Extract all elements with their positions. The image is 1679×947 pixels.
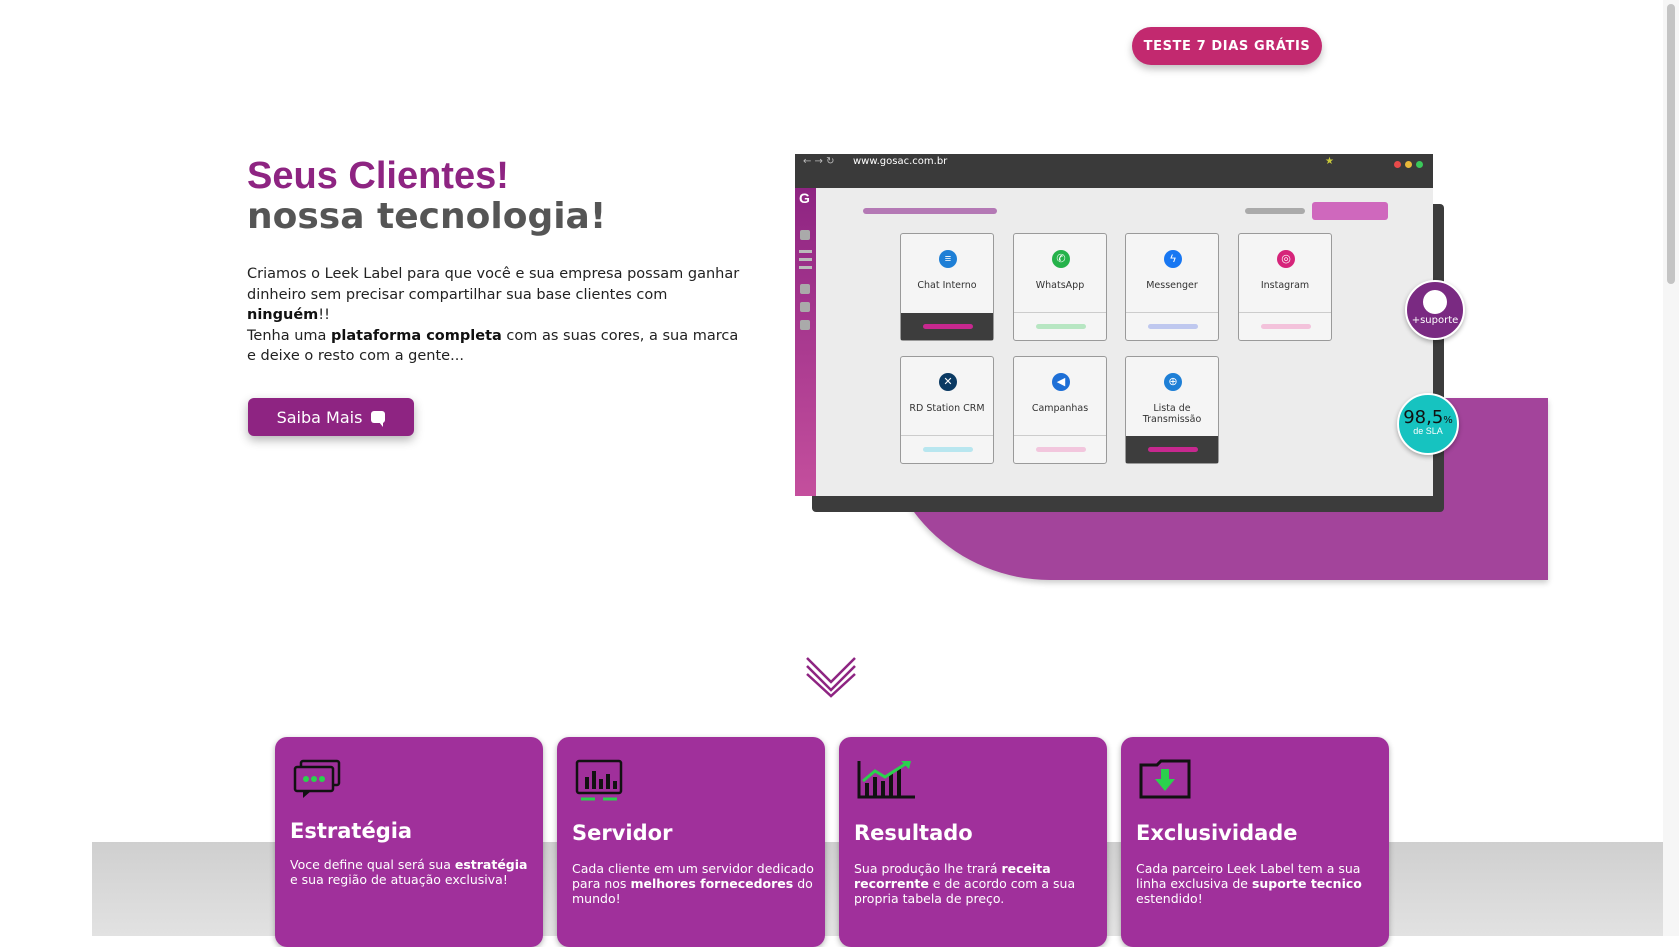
saiba-mais-button[interactable]: Saiba Mais	[248, 398, 414, 436]
channel-card-label: WhatsApp	[1035, 280, 1085, 291]
sidebar-placeholder-6	[800, 302, 810, 312]
feature-card-exclusividade: Exclusividade Cada parceiro Leek Label te…	[1121, 737, 1389, 947]
channel-card-messenger[interactable]: ϟ Messenger	[1125, 233, 1219, 341]
channel-card-footer	[1126, 436, 1218, 463]
scroll-down-chevron-icon[interactable]	[805, 656, 857, 698]
feature-card-resultado: Resultado Sua produção lhe trará receita …	[839, 737, 1107, 947]
mockup-topbar-placeholder	[863, 208, 997, 214]
sidebar-placeholder-3	[799, 258, 812, 261]
sidebar-placeholder-1	[800, 230, 810, 240]
growth-chart-icon	[857, 759, 917, 804]
channel-card-label: RD Station CRM	[909, 403, 985, 414]
channel-card-bar	[1036, 447, 1086, 452]
channel-card-bar	[1036, 324, 1086, 329]
channel-card-bar	[1148, 324, 1198, 329]
support-badge: +suporte	[1405, 280, 1465, 340]
feature-card-estrategia: Estratégia Voce define qual será sua estr…	[275, 737, 543, 947]
window-dot-red	[1394, 161, 1401, 168]
browser-bar: ← → ↻ www.gosac.com.br ★	[795, 154, 1433, 188]
channel-card-footer	[1239, 312, 1331, 340]
feature-description: Cada parceiro Leek Label tem a sua linha…	[1136, 861, 1362, 906]
platform-mockup: ← → ↻ www.gosac.com.br ★ G ≡ Chat Interno…	[795, 154, 1433, 496]
sidebar-placeholder-4	[799, 266, 812, 269]
whatsapp-icon: ✆	[1052, 250, 1070, 268]
channel-card-whatsapp[interactable]: ✆ WhatsApp	[1013, 233, 1107, 341]
channel-card-rd-station-crm[interactable]: ✕ RD Station CRM	[900, 356, 994, 464]
sla-badge: 98,5% de SLA	[1397, 393, 1459, 455]
download-folder-icon	[1139, 759, 1191, 804]
mockup-button-placeholder	[1312, 202, 1388, 220]
page-scrollbar-thumb[interactable]	[1667, 4, 1675, 284]
window-dot-green	[1416, 161, 1423, 168]
channel-card-bar	[1261, 324, 1311, 329]
support-agent-icon	[1423, 290, 1447, 314]
channel-card-footer	[1014, 435, 1106, 463]
channel-card-footer	[1014, 312, 1106, 340]
app-logo-icon: G	[799, 190, 810, 206]
feature-title: Estratégia	[290, 819, 413, 843]
channel-card-lista-de-transmiss-o[interactable]: ⊕ Lista de Transmissão	[1125, 356, 1219, 464]
star-icon: ★	[1325, 156, 1334, 167]
chat-bubbles-icon: ≡	[939, 250, 957, 268]
channel-card-bar	[1148, 447, 1198, 452]
channel-card-label: Lista de Transmissão	[1142, 403, 1202, 425]
server-monitor-icon	[575, 759, 623, 806]
channel-card-footer	[1126, 312, 1218, 340]
mockup-search-placeholder	[1245, 208, 1305, 214]
sla-value: 98,5%	[1403, 407, 1453, 428]
channel-card-bar	[923, 447, 973, 452]
sidebar-placeholder-7	[800, 320, 810, 330]
page-scrollbar[interactable]	[1663, 0, 1679, 936]
window-dots	[1394, 161, 1423, 168]
channel-card-bar	[923, 324, 973, 329]
channel-card-instagram[interactable]: ◎ Instagram	[1238, 233, 1332, 341]
hero-subtitle: nossa tecnologia!	[247, 196, 607, 237]
sidebar-placeholder-2	[799, 250, 812, 253]
instagram-icon: ◎	[1277, 250, 1295, 268]
sidebar-placeholder-5	[800, 284, 810, 294]
channel-card-label: Instagram	[1260, 280, 1310, 291]
feature-description: Cada cliente em um servidor dedicado par…	[572, 861, 814, 906]
channel-card-campanhas[interactable]: ◀ Campanhas	[1013, 356, 1107, 464]
hero-title: Seus Clientes!	[247, 155, 509, 197]
feature-card-servidor: Servidor Cada cliente em um servidor dedi…	[557, 737, 825, 947]
hero-description: Criamos o Leek Label para que você e sua…	[247, 266, 740, 364]
globe-icon: ⊕	[1164, 373, 1182, 391]
browser-nav-icons: ← → ↻	[803, 156, 835, 167]
browser-url: www.gosac.com.br	[853, 156, 948, 167]
channel-card-footer	[901, 313, 993, 340]
channel-card-label: Chat Interno	[917, 280, 977, 291]
feature-title: Exclusividade	[1136, 821, 1298, 845]
feature-title: Servidor	[572, 821, 673, 845]
messenger-icon: ϟ	[1164, 250, 1182, 268]
window-dot-yellow	[1405, 161, 1412, 168]
mockup-sidebar: G	[795, 188, 816, 496]
feature-title: Resultado	[854, 821, 973, 845]
feature-description: Voce define qual será sua estratégia e s…	[290, 857, 528, 887]
channel-card-label: Messenger	[1146, 280, 1198, 291]
channel-card-chat-interno[interactable]: ≡ Chat Interno	[900, 233, 994, 341]
speech-bubbles-icon	[293, 759, 343, 804]
feature-description: Sua produção lhe trará receita recorrent…	[854, 861, 1076, 906]
channel-card-label: Campanhas	[1031, 403, 1089, 414]
trial-cta-button[interactable]: TESTE 7 DIAS GRÁTIS	[1132, 27, 1322, 65]
chat-bubble-icon	[371, 411, 386, 427]
rd-station-icon: ✕	[939, 373, 957, 391]
megaphone-icon: ◀	[1052, 373, 1070, 391]
channel-card-footer	[901, 435, 993, 463]
